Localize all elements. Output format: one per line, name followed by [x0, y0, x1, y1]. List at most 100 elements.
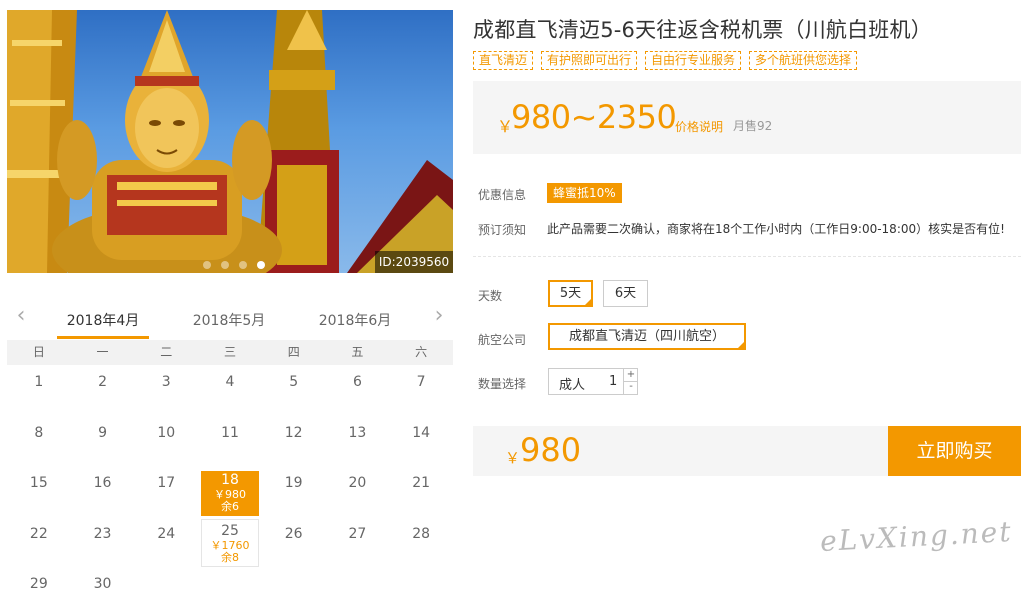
- product-photo[interactable]: ID:2039560: [7, 10, 453, 273]
- day-number: 24: [157, 525, 176, 542]
- calendar-day: 20: [326, 466, 390, 516]
- days-label: 天数: [478, 289, 503, 303]
- day-number: 7: [416, 374, 426, 390]
- minus-icon[interactable]: -: [623, 381, 638, 394]
- day-number: 21: [412, 475, 431, 491]
- calendar-day: 7: [389, 365, 453, 415]
- day-number: 16: [93, 475, 112, 491]
- weekday-thu: 四: [287, 345, 300, 359]
- calendar-day: 11: [198, 416, 262, 466]
- chevron-right-icon[interactable]: ›: [429, 305, 449, 328]
- calendar-day: 3: [134, 365, 198, 415]
- slide-dot[interactable]: [203, 261, 211, 269]
- slide-dot-active[interactable]: [257, 261, 265, 269]
- calendar-day: 16: [71, 466, 135, 516]
- chevron-left-icon[interactable]: ‹: [11, 305, 31, 328]
- slide-dot[interactable]: [239, 261, 247, 269]
- calendar-month-nav: ‹ 2018年4月 2018年5月 2018年6月 ›: [7, 300, 453, 340]
- calendar-day: 9: [71, 416, 135, 466]
- tag-independent-travel: 自由行专业服务: [645, 51, 742, 70]
- days-option-6[interactable]: 6天: [603, 280, 648, 307]
- calendar-day: 17: [134, 466, 198, 516]
- tab-month-april[interactable]: 2018年4月: [57, 310, 149, 330]
- day-number: 22: [29, 525, 48, 542]
- day-number: 5: [289, 374, 299, 390]
- calendar-day: 15: [7, 466, 71, 516]
- weekday-mon: 一: [96, 345, 109, 359]
- tab-month-may[interactable]: 2018年5月: [183, 310, 275, 330]
- airline-label: 航空公司: [478, 333, 527, 347]
- photo-id-label: ID:2039560: [375, 251, 453, 273]
- calendar-day: 21: [389, 466, 453, 516]
- day-number: 20: [348, 475, 367, 491]
- day-stock: 余8: [220, 550, 239, 564]
- day-number: 13: [348, 424, 367, 441]
- active-month-underline: [57, 336, 149, 339]
- golden-buddha-temple-illustration: [7, 10, 453, 273]
- calendar-day: 22: [7, 517, 71, 567]
- calendar-grid: 1 2 3 4 5 6 7 8 9 10 11 12 13 14 15 16 17 18 ￥980 余6 19 20 21 2…: [7, 365, 453, 591]
- calendar-day: 4: [198, 365, 262, 415]
- day-number: 10: [157, 424, 176, 441]
- calendar-day: 13: [326, 416, 390, 466]
- day-stock: 余6: [220, 500, 239, 513]
- day-number: 1: [34, 374, 44, 390]
- day-number: 27: [348, 525, 367, 542]
- calendar-day: 12: [262, 416, 326, 466]
- slide-dot[interactable]: [221, 261, 229, 269]
- calendar-day: 30: [71, 567, 135, 591]
- day-number: 19: [284, 475, 303, 491]
- calendar-day: 14: [389, 416, 453, 466]
- calendar-day: 8: [7, 416, 71, 466]
- day-number: 3: [161, 374, 171, 390]
- calendar-day: 19: [262, 466, 326, 516]
- day-number: 9: [98, 424, 107, 441]
- slide-indicators: [203, 261, 265, 269]
- product-title: 成都直飞清迈5-6天往返含税机票（川航白班机）: [473, 18, 932, 42]
- weekday-tue: 二: [160, 345, 173, 359]
- calendar-day: 5: [262, 365, 326, 415]
- buy-now-button[interactable]: 立即购买: [888, 426, 1021, 476]
- total-currency-symbol: ￥: [505, 449, 521, 467]
- day-number: 2: [98, 374, 107, 390]
- day-number: 11: [221, 424, 239, 441]
- calendar-day[interactable]: 25 ￥1760 余8: [198, 517, 262, 567]
- day-number: 15: [29, 475, 48, 491]
- day-number: 26: [284, 525, 303, 542]
- tag-multiple-flights: 多个航班供您选择: [749, 51, 858, 70]
- days-option-5[interactable]: 5天: [548, 280, 593, 307]
- price-explain-link[interactable]: 价格说明: [675, 118, 723, 135]
- calendar-day: 6: [326, 365, 390, 415]
- price-panel: ￥ 980~2350 价格说明 月售92: [473, 81, 1021, 154]
- day-number: 8: [34, 424, 44, 441]
- calendar-day[interactable]: 18 ￥980 余6: [198, 466, 262, 516]
- divider: [473, 256, 1021, 257]
- calendar-day: 27: [326, 517, 390, 567]
- calendar-weekday-header: 日 一 二 三 四 五 六: [7, 340, 453, 365]
- day-number: 30: [93, 576, 112, 591]
- passenger-type: 成人: [559, 378, 586, 393]
- calendar-day: 29: [7, 567, 71, 591]
- promo-badge: 蜂蜜抵10%: [547, 183, 622, 203]
- tab-month-june[interactable]: 2018年6月: [309, 310, 401, 330]
- watermark: eLvXing.net: [819, 514, 1014, 559]
- booking-notice: 此产品需要二次确认，商家将在18个工作小时内（工作日9:00-18:00）核实是…: [547, 222, 1005, 236]
- day-number: 12: [284, 424, 303, 441]
- day-number: 6: [352, 374, 362, 390]
- total-price: 980: [520, 431, 582, 469]
- weekday-fri: 五: [351, 345, 364, 359]
- calendar-day: 23: [71, 517, 135, 567]
- quantity-label: 数量选择: [478, 377, 527, 391]
- calendar-day: 10: [134, 416, 198, 466]
- day-number: 4: [225, 374, 235, 390]
- weekday-sun: 日: [32, 345, 45, 359]
- notice-label: 预订须知: [478, 223, 527, 237]
- price-range: 980~2350: [511, 98, 677, 136]
- calendar-day: 28: [389, 517, 453, 567]
- tag-passport-only: 有护照即可出行: [541, 51, 638, 70]
- quantity-value[interactable]: 1: [609, 374, 617, 389]
- weekday-wed: 三: [223, 345, 236, 359]
- airline-option[interactable]: 成都直飞清迈（四川航空）: [548, 323, 746, 350]
- product-page: ID:2039560 ‹ 2018年4月 2018年5月 2018年6月 › 日…: [0, 0, 1024, 591]
- calendar-day: 24: [134, 517, 198, 567]
